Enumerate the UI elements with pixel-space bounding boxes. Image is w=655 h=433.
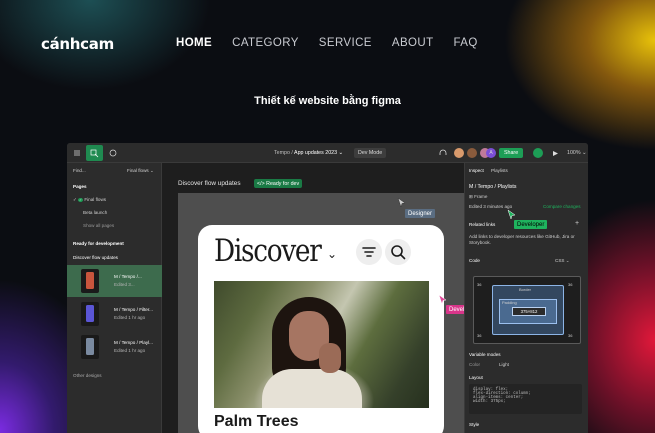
page-dropdown[interactable]: Final flows ⌄ xyxy=(127,168,154,174)
thumbnail xyxy=(81,302,99,326)
nav-home[interactable]: HOME xyxy=(176,37,212,49)
page-item-beta-launch[interactable]: Beta launch xyxy=(83,210,107,215)
figma-screenshot: Tempo / App updates 2023 ⌄ Dev Mode A Sh… xyxy=(67,143,588,433)
box-padding-label: Padding xyxy=(502,300,517,305)
box-model: 36 36 36 36 Border Padding 375×812 xyxy=(473,276,581,344)
design-canvas[interactable]: Discover flow updates </> Ready for dev … xyxy=(162,163,480,433)
thumb-subtitle: Edited 1 hr ago xyxy=(114,315,146,320)
ready-for-dev-tag[interactable]: </> Ready for dev xyxy=(254,179,303,188)
filter-icon[interactable] xyxy=(356,239,382,265)
related-links-desc: Add links to developer resources like Gi… xyxy=(469,234,575,245)
layers-panel: Find... Final flows ⌄ Pages ✓ ✓ Final fl… xyxy=(67,163,162,433)
list-item[interactable]: M / Tempo / Playl... Edited 1 hr ago xyxy=(67,331,162,363)
file-breadcrumb[interactable]: Tempo / App updates 2023 ⌄ xyxy=(274,150,343,156)
headphones-icon[interactable] xyxy=(437,147,449,159)
site-logo[interactable]: cánhcam xyxy=(41,35,114,53)
tab-playlists[interactable]: Playlists xyxy=(491,168,508,173)
box-value: 36 xyxy=(568,333,573,338)
thumb-subtitle: Edited 1 hr ago xyxy=(114,348,146,353)
light-mode-value[interactable]: Light xyxy=(499,362,509,367)
layout-heading: Layout xyxy=(469,375,483,380)
code-heading: Code xyxy=(469,258,480,263)
edited-time: Edited 3 minutes ago xyxy=(469,204,513,209)
avatar[interactable] xyxy=(454,148,464,158)
inspect-panel: Inspect Playlists M / Tempo / Playlists … xyxy=(464,163,588,433)
related-links-heading: Related links xyxy=(469,222,496,227)
frame-label: Discover flow updates xyxy=(178,180,241,187)
share-button[interactable]: Share xyxy=(499,148,524,158)
color-label: Color xyxy=(469,362,480,367)
box-border-label: Border xyxy=(519,287,532,292)
nav-service[interactable]: SERVICE xyxy=(319,37,372,49)
ready-heading: Ready for development xyxy=(73,241,124,246)
main-nav: HOME CATEGORY SERVICE ABOUT FAQ xyxy=(176,37,498,49)
frame-type: ⊞ Frame xyxy=(469,194,488,199)
page-item-final-flows[interactable]: ✓ ✓ Final flows xyxy=(73,197,106,203)
avatar[interactable] xyxy=(467,148,477,158)
thumb-subtitle: Edited 3... xyxy=(114,282,135,287)
figma-toolbar: Tempo / App updates 2023 ⌄ Dev Mode A Sh… xyxy=(67,143,588,163)
other-designs[interactable]: Other designs xyxy=(73,373,102,378)
inspect-tool-icon[interactable] xyxy=(86,145,103,161)
box-padding: Padding 375×812 xyxy=(499,299,557,324)
playlist-photo xyxy=(214,281,429,408)
menu-icon[interactable] xyxy=(71,147,83,159)
frame-path: M / Tempo / Playlists xyxy=(469,184,517,190)
comment-icon[interactable] xyxy=(107,147,119,159)
nav-faq[interactable]: FAQ xyxy=(454,37,478,49)
box-border: Border Padding 375×812 xyxy=(492,285,564,335)
cursor-icon xyxy=(397,197,406,208)
designer-cursor-label: Designer xyxy=(405,209,436,218)
style-heading: Style xyxy=(469,422,480,427)
nav-about[interactable]: ABOUT xyxy=(392,37,434,49)
show-all-pages[interactable]: Show all pages xyxy=(83,223,114,228)
find-input[interactable]: Find... xyxy=(73,168,86,173)
chevron-down-icon: ⌄ xyxy=(327,247,338,261)
box-content: 375×812 xyxy=(512,307,546,316)
search-icon[interactable] xyxy=(385,239,411,265)
photo-title: Palm Trees xyxy=(214,413,299,430)
compare-changes-link[interactable]: Compare changes xyxy=(543,204,581,209)
list-item[interactable]: M / Tempo / Filter... Edited 1 hr ago xyxy=(67,298,162,330)
add-icon[interactable]: + xyxy=(575,220,579,227)
css-dropdown[interactable]: CSS ⌄ xyxy=(555,258,570,264)
box-value: 36 xyxy=(568,282,573,287)
pages-heading: Pages xyxy=(73,184,87,189)
thumb-title: M / Tempo / Filter... xyxy=(114,307,153,312)
avatar[interactable]: A xyxy=(486,148,496,158)
play-icon[interactable] xyxy=(549,147,561,159)
avatar[interactable] xyxy=(533,148,543,158)
site-header: cánhcam HOME CATEGORY SERVICE ABOUT FAQ xyxy=(0,0,655,86)
tab-inspect[interactable]: Inspect xyxy=(469,168,484,173)
hero-title: Thiết kế website bằng figma xyxy=(254,95,401,107)
zoom-level[interactable]: 100% ⌄ xyxy=(567,150,586,156)
box-value: 36 xyxy=(477,333,482,338)
developer-cursor-label: Developer xyxy=(514,220,548,229)
thumbnail xyxy=(81,269,99,293)
phone-title: Discover xyxy=(214,233,322,269)
variable-modes-heading: Variable modes xyxy=(469,352,501,357)
code-line: width: 375px; xyxy=(473,400,506,404)
box-value: 36 xyxy=(477,282,482,287)
thumb-title: M / Tempo / Playl... xyxy=(114,340,153,345)
thumb-title: M / Tempo /... xyxy=(114,274,142,279)
dev-mode-toggle[interactable]: Dev Mode xyxy=(354,148,387,158)
code-block[interactable]: display: flex; flex-direction: column; a… xyxy=(469,384,582,414)
list-item[interactable]: M / Tempo /... Edited 3... xyxy=(67,265,162,297)
nav-category[interactable]: CATEGORY xyxy=(232,37,299,49)
thumbnail xyxy=(81,335,99,359)
section-discover-flow[interactable]: Discover flow updates xyxy=(73,255,118,260)
